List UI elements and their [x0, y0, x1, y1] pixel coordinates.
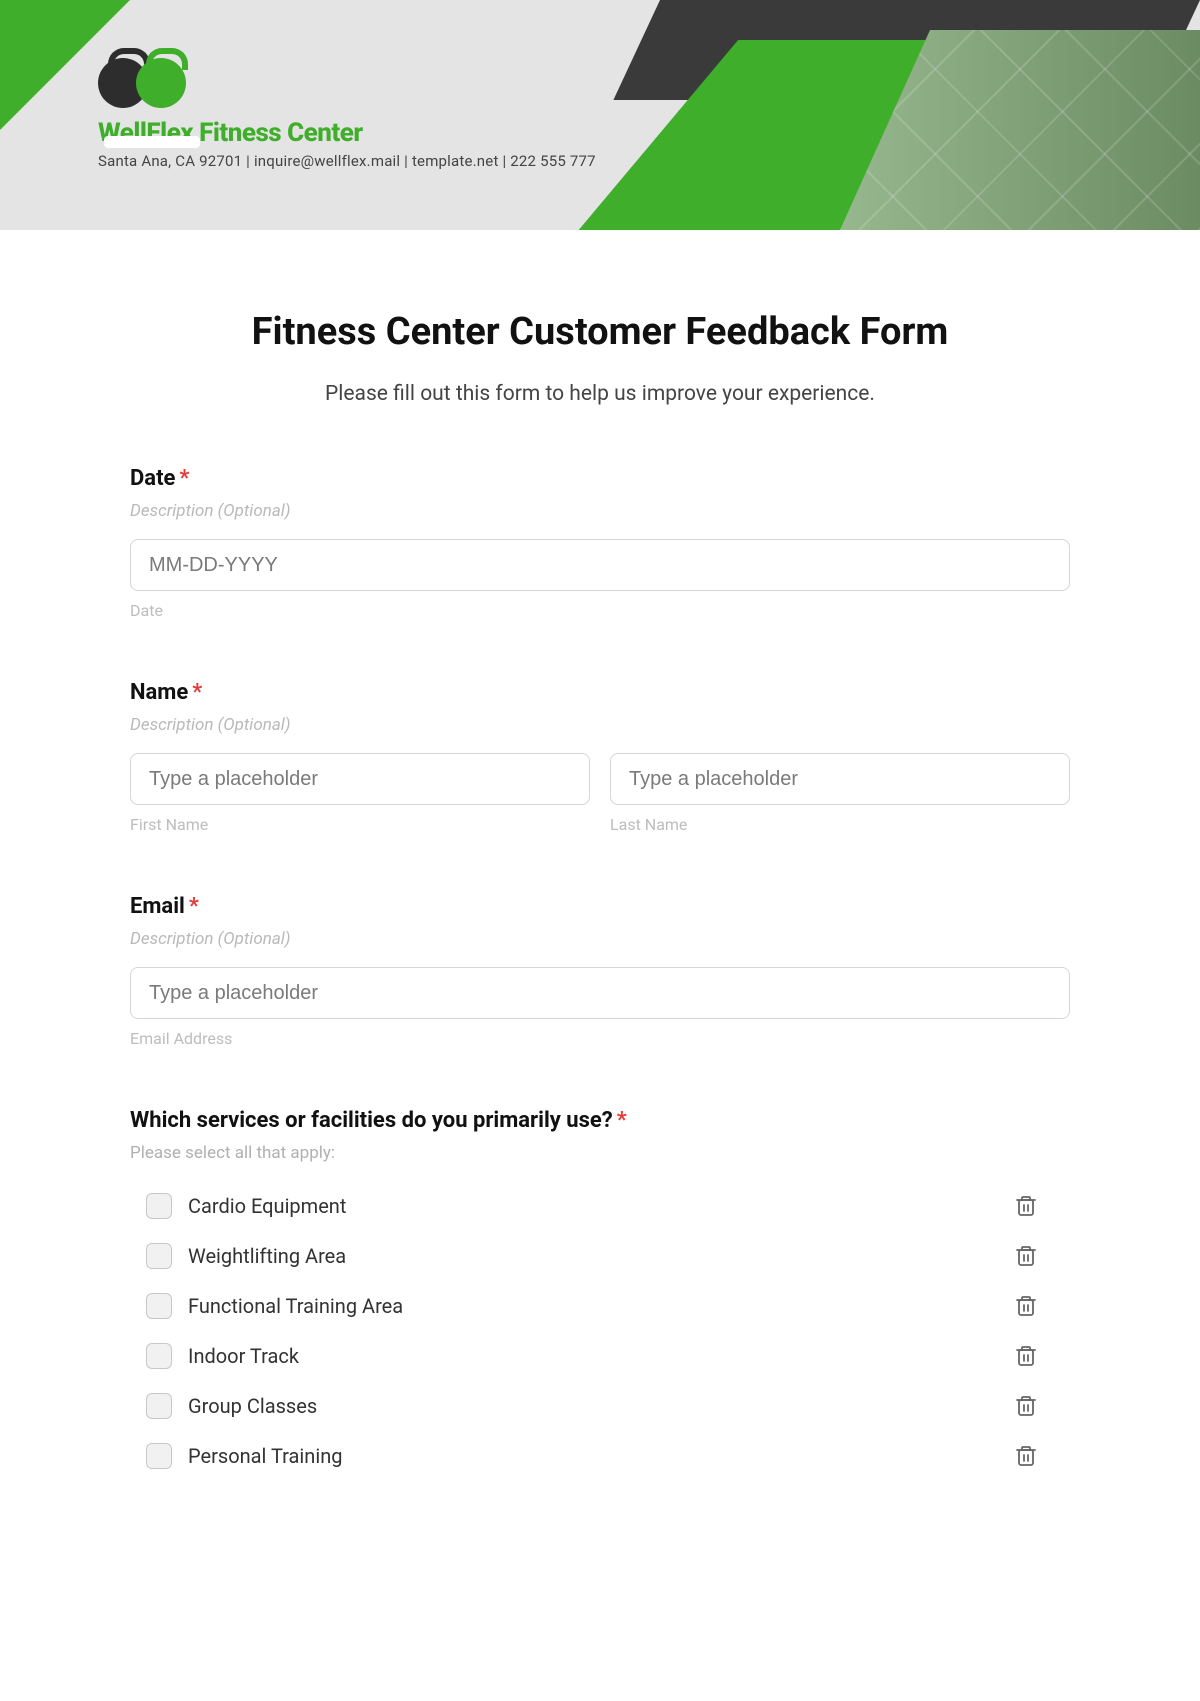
logo-mark	[98, 58, 596, 108]
email-sublabel: Email Address	[130, 1029, 1070, 1048]
trash-icon[interactable]	[1014, 1294, 1038, 1318]
required-mark: *	[617, 1108, 627, 1133]
email-label: Email*	[130, 894, 1070, 919]
first-name-sublabel: First Name	[130, 815, 590, 834]
service-option-row: Cardio Equipment	[130, 1181, 1070, 1231]
name-label-text: Name	[130, 680, 188, 705]
first-name-input[interactable]	[130, 753, 590, 805]
services-hint: Please select all that apply:	[130, 1143, 1070, 1163]
services-label-text: Which services or facilities do you prim…	[130, 1108, 613, 1133]
service-option-row: Personal Training	[130, 1431, 1070, 1481]
trash-icon[interactable]	[1014, 1194, 1038, 1218]
field-services: Which services or facilities do you prim…	[130, 1108, 1070, 1481]
last-name-sublabel: Last Name	[610, 815, 1070, 834]
field-email: Email* Description (Optional) Email Addr…	[130, 894, 1070, 1048]
checkbox[interactable]	[146, 1343, 172, 1369]
date-label-text: Date	[130, 466, 175, 491]
kettlebell-green-icon	[136, 58, 186, 108]
checkbox[interactable]	[146, 1393, 172, 1419]
header-banner: WellFlex Fitness Center Santa Ana, CA 92…	[0, 0, 1200, 230]
trash-icon[interactable]	[1014, 1244, 1038, 1268]
date-description[interactable]: Description (Optional)	[130, 501, 1070, 521]
checkbox[interactable]	[146, 1243, 172, 1269]
last-name-input[interactable]	[610, 753, 1070, 805]
name-description[interactable]: Description (Optional)	[130, 715, 1070, 735]
option-label[interactable]: Cardio Equipment	[188, 1194, 1014, 1218]
option-label[interactable]: Personal Training	[188, 1444, 1014, 1468]
service-option-row: Weightlifting Area	[130, 1231, 1070, 1281]
trash-icon[interactable]	[1014, 1344, 1038, 1368]
option-label[interactable]: Indoor Track	[188, 1344, 1014, 1368]
form-title: Fitness Center Customer Feedback Form	[130, 310, 1070, 354]
date-input[interactable]	[130, 539, 1070, 591]
form-intro: Please fill out this form to help us imp…	[130, 382, 1070, 406]
service-option-row: Functional Training Area	[130, 1281, 1070, 1331]
form-container: Fitness Center Customer Feedback Form Pl…	[0, 230, 1200, 1521]
email-description[interactable]: Description (Optional)	[130, 929, 1070, 949]
checkbox[interactable]	[146, 1443, 172, 1469]
required-mark: *	[189, 894, 199, 919]
required-mark: *	[179, 466, 189, 491]
services-options: Cardio Equipment Weightlifting Area Functi…	[130, 1181, 1070, 1481]
checkbox[interactable]	[146, 1293, 172, 1319]
barbell-icon	[104, 136, 200, 148]
name-label: Name*	[130, 680, 1070, 705]
field-name: Name* Description (Optional) First Name …	[130, 680, 1070, 834]
trash-icon[interactable]	[1014, 1444, 1038, 1468]
logo-area: WellFlex Fitness Center Santa Ana, CA 92…	[98, 58, 596, 170]
field-date: Date* Description (Optional) Date	[130, 466, 1070, 620]
email-label-text: Email	[130, 894, 185, 919]
email-input[interactable]	[130, 967, 1070, 1019]
required-mark: *	[192, 680, 202, 705]
services-label: Which services or facilities do you prim…	[130, 1108, 1070, 1133]
option-label[interactable]: Weightlifting Area	[188, 1244, 1014, 1268]
checkbox[interactable]	[146, 1193, 172, 1219]
service-option-row: Indoor Track	[130, 1331, 1070, 1381]
trash-icon[interactable]	[1014, 1394, 1038, 1418]
date-sublabel: Date	[130, 601, 1070, 620]
option-label[interactable]: Functional Training Area	[188, 1294, 1014, 1318]
service-option-row: Group Classes	[130, 1381, 1070, 1431]
option-label[interactable]: Group Classes	[188, 1394, 1014, 1418]
brand-contact: Santa Ana, CA 92701 | inquire@wellflex.m…	[98, 152, 596, 170]
date-label: Date*	[130, 466, 1070, 491]
